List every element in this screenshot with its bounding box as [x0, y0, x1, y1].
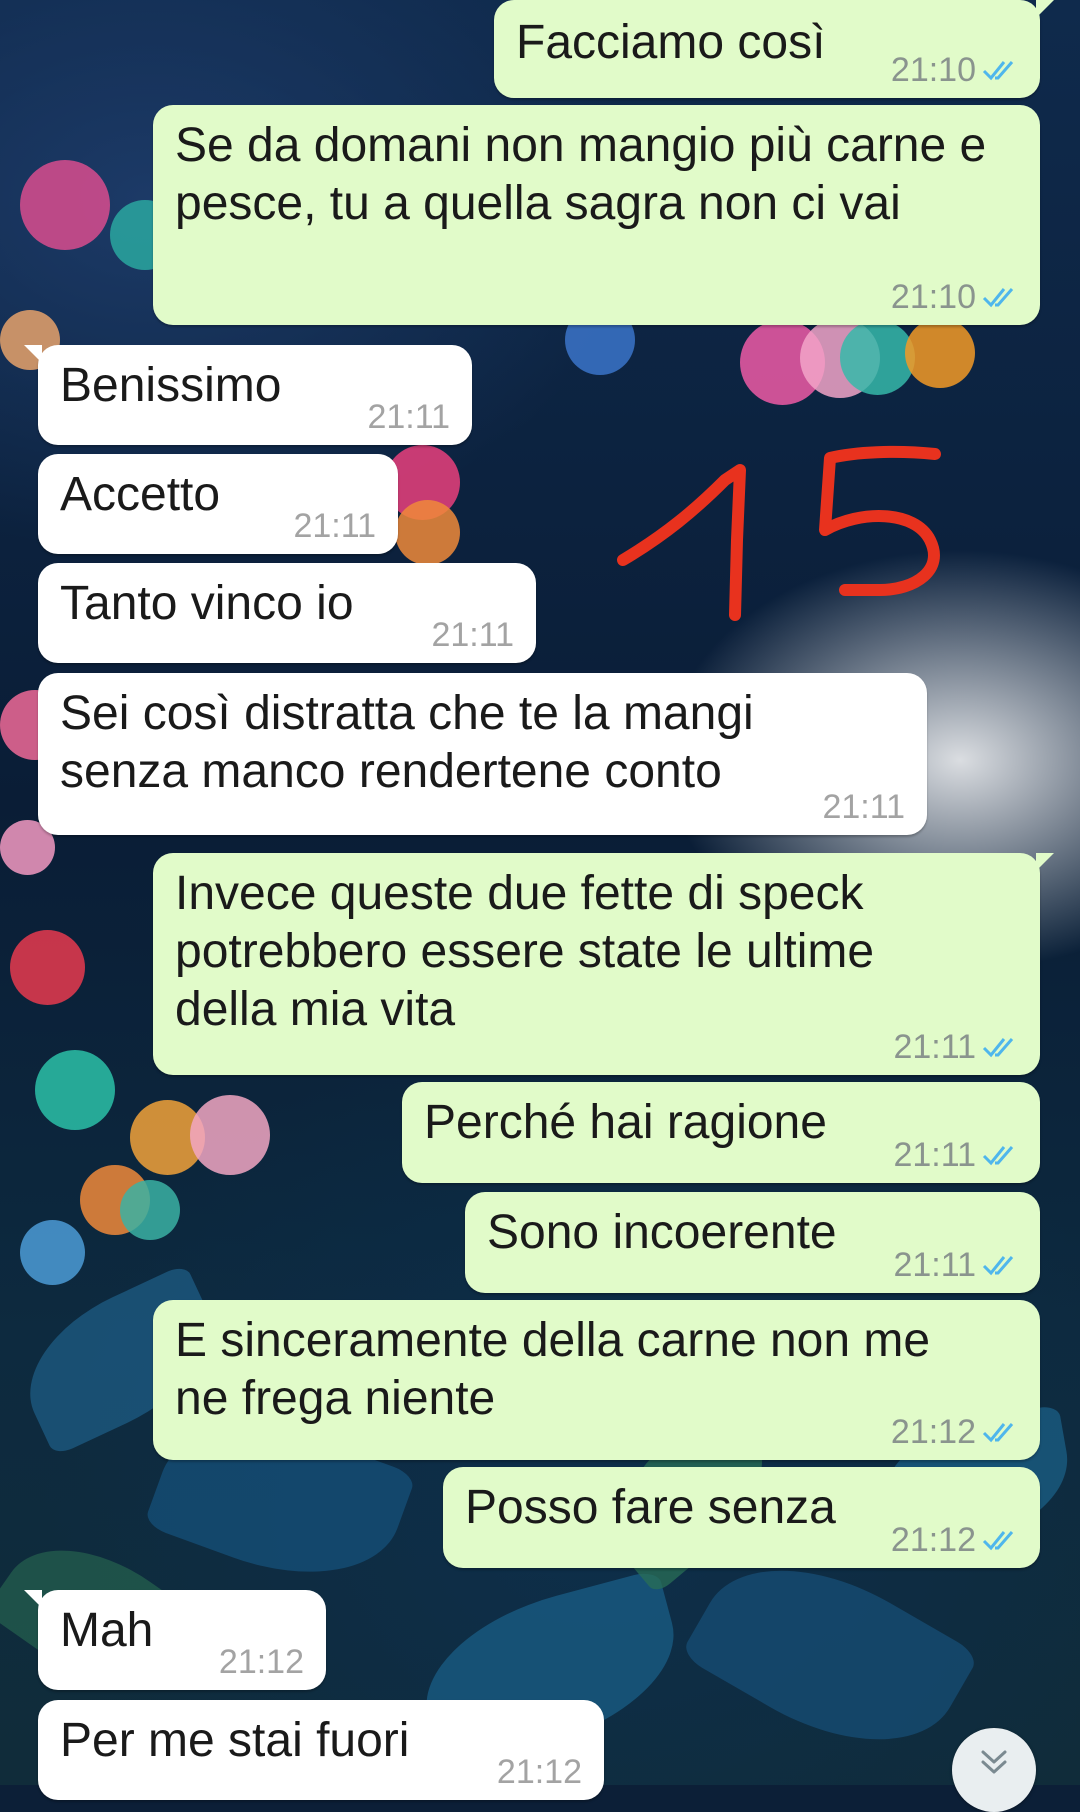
message-time: 21:12 [218, 1643, 304, 1681]
message-meta: 21:10 [891, 277, 1018, 317]
message-incoming[interactable]: Accetto 21:11 [38, 454, 398, 554]
message-outgoing[interactable]: Posso fare senza 21:12 [443, 1467, 1040, 1568]
message-outgoing[interactable]: Invece queste due fette di speck potrebb… [153, 853, 1054, 1075]
message-meta: 21:11 [822, 787, 905, 827]
message-meta: 21:12 [219, 1642, 304, 1682]
message-incoming[interactable]: Tanto vinco io 21:11 [38, 563, 536, 663]
message-incoming[interactable]: Sei così distratta che te la mangi senza… [38, 673, 927, 835]
scroll-to-bottom-button[interactable] [952, 1728, 1036, 1812]
message-meta: 21:12 [497, 1752, 582, 1792]
message-text: Tanto vinco io [60, 577, 354, 630]
message-outgoing[interactable]: Se da domani non mangio più carne e pesc… [153, 105, 1040, 325]
message-meta: 21:11 [893, 1245, 1018, 1285]
message-text: Benissimo [60, 359, 282, 412]
message-text: Sei così distratta che te la mangi senza… [60, 687, 768, 798]
message-text: Mah [60, 1604, 154, 1657]
bokeh-light [905, 318, 975, 388]
message-meta: 21:12 [891, 1520, 1018, 1560]
message-meta: 21:12 [891, 1412, 1018, 1452]
message-outgoing[interactable]: Facciamo così 21:10 [494, 0, 1054, 98]
message-time: 21:12 [890, 1413, 976, 1451]
read-receipt-icon [982, 61, 1014, 81]
message-time: 21:11 [431, 616, 514, 654]
message-text: Perché hai ragione [424, 1096, 827, 1149]
message-time: 21:12 [496, 1753, 582, 1791]
message-time: 21:12 [890, 1521, 976, 1559]
message-text: Per me stai fuori [60, 1714, 410, 1767]
message-time: 21:11 [893, 1028, 976, 1066]
message-time: 21:10 [890, 278, 976, 316]
bokeh-light [20, 160, 110, 250]
message-time: 21:10 [890, 51, 976, 89]
bokeh-light [190, 1095, 270, 1175]
message-outgoing[interactable]: E sinceramente della carne non me ne fre… [153, 1300, 1040, 1460]
message-meta: 21:11 [367, 397, 450, 437]
message-meta: 21:11 [893, 1027, 1018, 1067]
bokeh-light [120, 1180, 180, 1240]
bokeh-light [840, 320, 915, 395]
message-incoming[interactable]: Mah 21:12 [24, 1590, 326, 1690]
message-time: 21:11 [822, 788, 905, 826]
read-receipt-icon [982, 1531, 1014, 1551]
message-meta: 21:11 [293, 506, 376, 546]
message-time: 21:11 [893, 1136, 976, 1174]
message-incoming[interactable]: Benissimo 21:11 [24, 345, 472, 445]
double-chevron-down-icon [981, 1750, 1007, 1774]
message-text: Sono incoerente [487, 1206, 837, 1259]
message-time: 21:11 [367, 398, 450, 436]
message-text: E sinceramente della carne non me ne fre… [175, 1314, 944, 1425]
message-text: Accetto [60, 468, 221, 521]
read-receipt-icon [982, 1146, 1014, 1166]
message-text: Invece queste due fette di speck potrebb… [175, 867, 888, 1036]
read-receipt-icon [982, 1256, 1014, 1276]
message-time: 21:11 [293, 507, 376, 545]
message-outgoing[interactable]: Perché hai ragione 21:11 [402, 1082, 1040, 1183]
message-time: 21:11 [893, 1246, 976, 1284]
message-text: Facciamo così [516, 16, 826, 69]
bokeh-light [35, 1050, 115, 1130]
message-text: Posso fare senza [465, 1481, 836, 1534]
message-text: Se da domani non mangio più carne e pesc… [175, 119, 1000, 230]
bokeh-light [10, 930, 85, 1005]
message-meta: 21:10 [891, 50, 1018, 90]
message-meta: 21:11 [431, 615, 514, 655]
message-meta: 21:11 [893, 1135, 1018, 1175]
read-receipt-icon [982, 1423, 1014, 1443]
read-receipt-icon [982, 288, 1014, 308]
bokeh-light [395, 500, 460, 565]
handwritten-annotation [617, 445, 941, 621]
bokeh-light [20, 1220, 85, 1285]
message-outgoing[interactable]: Sono incoerente 21:11 [465, 1192, 1040, 1293]
message-incoming[interactable]: Per me stai fuori 21:12 [38, 1700, 604, 1800]
read-receipt-icon [982, 1038, 1014, 1058]
